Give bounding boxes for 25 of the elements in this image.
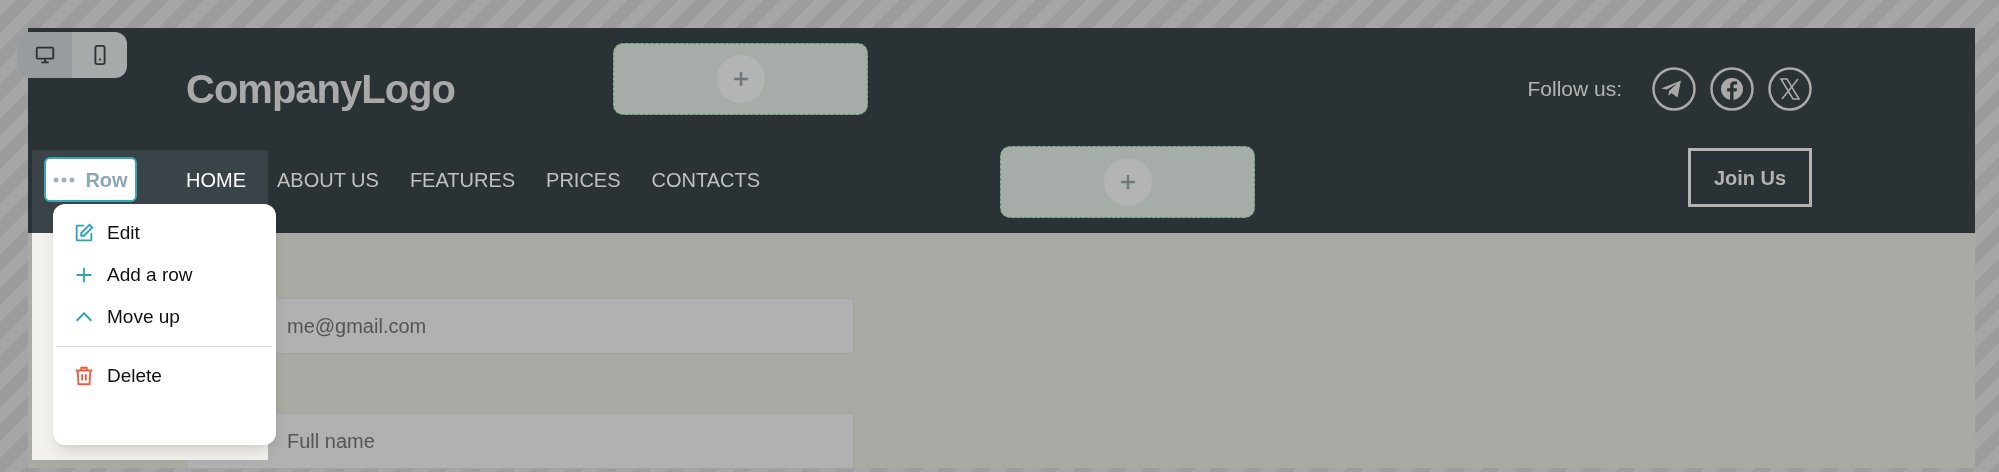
- nav-link[interactable]: FEATURES: [409, 164, 516, 195]
- desktop-icon: [33, 44, 56, 66]
- menu-item-label: Add a row: [107, 262, 193, 287]
- x-icon[interactable]: [1768, 67, 1812, 111]
- edit-icon: [73, 222, 95, 244]
- facebook-icon[interactable]: [1710, 67, 1754, 111]
- telegram-icon[interactable]: [1652, 67, 1696, 111]
- menu-item-label: Move up: [107, 304, 180, 329]
- nav-link[interactable]: PRICES: [546, 164, 621, 195]
- delete-icon: [73, 365, 95, 387]
- menu-item[interactable]: Edit: [53, 212, 276, 254]
- plus-icon: [716, 55, 765, 103]
- menu-item[interactable]: Delete: [53, 355, 276, 397]
- menu-item[interactable]: Add a row: [53, 254, 276, 296]
- menu-item-label: Delete: [107, 363, 162, 388]
- plus-icon: [1103, 157, 1152, 206]
- follow-label: Follow us:: [1527, 76, 1622, 103]
- company-logo: CompanyLogo: [186, 66, 456, 113]
- desktop-view-button[interactable]: [17, 32, 72, 78]
- join-us-button[interactable]: Join Us: [1688, 148, 1812, 207]
- more-icon: [53, 176, 76, 183]
- menu-item-label: Edit: [107, 220, 140, 245]
- nav-link[interactable]: CONTACTS: [651, 164, 761, 195]
- nav-link[interactable]: ABOUT US: [277, 164, 379, 195]
- nav-link[interactable]: HOME: [186, 164, 246, 195]
